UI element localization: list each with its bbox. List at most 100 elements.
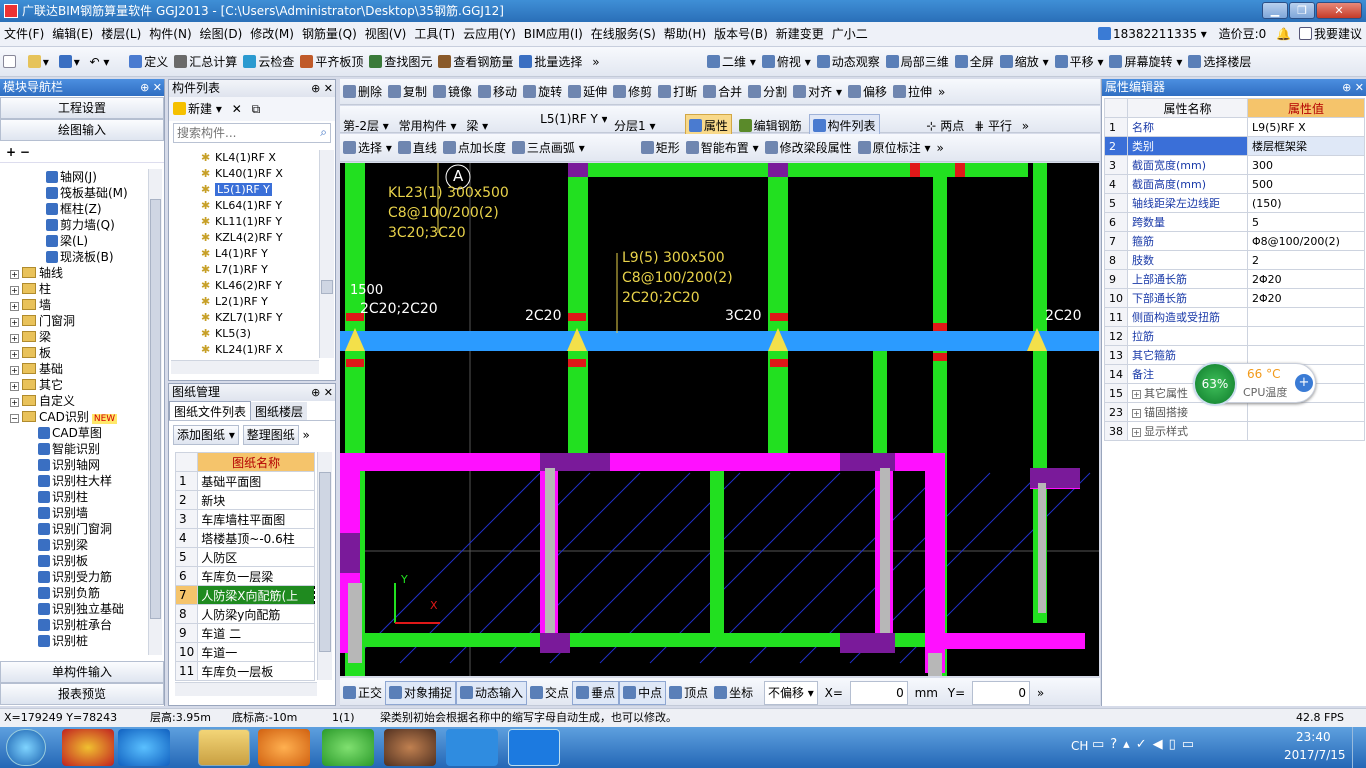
edit-button-3[interactable]: 移动 (475, 81, 520, 103)
menu-item-12[interactable]: 帮助(H) (660, 22, 710, 47)
view-button-7[interactable]: 屏幕旋转 ▾ (1106, 51, 1185, 73)
edit-button-5[interactable]: 延伸 (565, 81, 610, 103)
tray-icons[interactable]: ▭?▴✓◀▯▭ (1092, 737, 1200, 752)
expand-all-icon[interactable]: + (6, 145, 16, 159)
open-file-icon[interactable]: ▾ (25, 51, 52, 73)
tab-drawing-floors[interactable]: 图纸楼层 (251, 402, 308, 420)
nav-tree-scrollbar[interactable] (148, 169, 162, 655)
component-list-item[interactable]: ✱ KL40(1)RF X (171, 166, 319, 182)
edit-button-2[interactable]: 镜像 (430, 81, 475, 103)
nav-tree-item[interactable]: + 其它 (6, 377, 148, 393)
offset-select[interactable]: 不偏移 ▾ (763, 681, 818, 705)
edit-button-6[interactable]: 修剪 (610, 81, 655, 103)
taskbar-app-w[interactable] (446, 729, 498, 766)
component-search-input[interactable] (174, 124, 304, 142)
drawings-pin-close[interactable]: ⊕ ✕ (311, 384, 333, 401)
property-value[interactable] (1247, 345, 1365, 365)
property-row[interactable]: 9 上部通长筋 2Φ20 (1104, 269, 1365, 289)
expand-icon[interactable]: − (10, 414, 19, 423)
nav-tree-item[interactable]: 筏板基础(M) (6, 185, 148, 201)
edit-button-9[interactable]: 分割 (745, 81, 790, 103)
menu-item-1[interactable]: 编辑(E) (48, 22, 97, 47)
taskbar-app-explorer[interactable] (198, 729, 250, 766)
cpu-widget-add-icon[interactable]: + (1295, 374, 1313, 392)
nav-tree-item[interactable]: 轴网(J) (6, 169, 148, 185)
snap-button-3[interactable]: 交点 (527, 682, 572, 704)
x-input[interactable]: 0 (849, 681, 908, 705)
component-list-item[interactable]: ✱ KL11(1)RF Y (171, 214, 319, 230)
expand-icon[interactable]: + (10, 398, 19, 407)
component-list-item[interactable]: ✱ L7(1)RF Y (171, 262, 319, 278)
nav-tree-item[interactable]: 识别独立基础 (6, 601, 148, 617)
component-list-hscrollbar[interactable] (171, 360, 319, 374)
menu-item-13[interactable]: 版本号(B) (710, 22, 772, 47)
taskbar-app-ggj[interactable] (508, 729, 560, 766)
drawing-row[interactable]: 8 人防梁y向配筋 (174, 604, 315, 624)
cpu-widget[interactable]: 63% 66 °C CPU温度 + (1193, 362, 1316, 406)
nav-tree-item[interactable]: 识别负筋 (6, 585, 148, 601)
toolbar-button-5[interactable]: 查看钢筋量 (435, 51, 516, 73)
components-pin-close[interactable]: ⊕ ✕ (311, 80, 333, 97)
property-value[interactable]: 2 (1247, 250, 1365, 270)
property-row[interactable]: 8 肢数 2 (1104, 250, 1365, 270)
delete-component-icon[interactable]: ✕ (232, 102, 242, 116)
edit-button-11[interactable]: 偏移 (845, 81, 890, 103)
property-value[interactable]: 5 (1247, 212, 1365, 232)
draw-button-1[interactable]: 直线 (395, 137, 440, 159)
component-list-item[interactable]: ✱ KZL7(1)RF Y (171, 310, 319, 326)
draw-toolbar-overflow[interactable]: » (934, 137, 947, 159)
property-value[interactable] (1247, 307, 1365, 327)
nav-tree-item[interactable]: 剪力墙(Q) (6, 217, 148, 233)
taskbar-app-game[interactable] (384, 729, 436, 766)
property-value[interactable]: 2Φ20 (1247, 269, 1365, 289)
search-icon[interactable]: ⌕ (320, 125, 327, 140)
component-select[interactable]: L5(1)RF Y ▾ (537, 108, 607, 130)
view-button-0[interactable]: 二维 ▾ (704, 51, 759, 73)
drawing-row[interactable]: 11 车库负一层板 (174, 661, 315, 681)
expand-icon[interactable]: + (10, 350, 19, 359)
nav-tree-item[interactable]: 识别门窗洞 (6, 521, 148, 537)
property-row[interactable]: 38 + 显示样式 (1104, 421, 1365, 441)
expand-icon[interactable]: + (10, 382, 19, 391)
nav-tree-item[interactable]: + 墙 (6, 297, 148, 313)
draw-button-5[interactable]: 智能布置 ▾ (683, 137, 762, 159)
add-drawing-button[interactable]: 添加图纸 ▾ (173, 425, 239, 445)
toolbar-button-6[interactable]: 批量选择 (516, 51, 585, 73)
nav-tree-item[interactable]: 识别梁 (6, 537, 148, 553)
draw-button-3[interactable]: 三点画弧 ▾ (509, 137, 588, 159)
menu-item-8[interactable]: 工具(T) (410, 22, 459, 47)
property-value[interactable] (1247, 402, 1365, 422)
menu-item-7[interactable]: 视图(V) (361, 22, 411, 47)
maximize-button[interactable]: ❐ (1289, 2, 1315, 19)
component-list-item[interactable]: ✱ L4(1)RF Y (171, 246, 319, 262)
component-list-item[interactable]: ✱ KL46(2)RF Y (171, 278, 319, 294)
new-component-button[interactable]: 新建 ▾ (173, 102, 222, 116)
component-list-item[interactable]: ✱ KL64(1)RF Y (171, 198, 319, 214)
toolbar-button-2[interactable]: 云检查 (240, 51, 297, 73)
view-button-8[interactable]: 选择楼层 (1185, 51, 1254, 73)
snap-button-1[interactable]: 对象捕捉 (385, 681, 457, 705)
save-icon[interactable]: ▾ (56, 51, 83, 73)
property-row[interactable]: 1 名称 L9(5)RF X (1104, 117, 1365, 137)
drawing-row[interactable]: 9 车道 二 (174, 623, 315, 643)
account-phone[interactable]: 18382211335 (1113, 27, 1197, 41)
menu-item-5[interactable]: 修改(M) (246, 22, 298, 47)
view-button-1[interactable]: 俯视 ▾ (759, 51, 814, 73)
beam-annotation-l9[interactable]: L9(5) 300x500 C8@100/200(2) 2C20;2C20 (622, 248, 733, 308)
taskbar-app-ie[interactable] (322, 729, 374, 766)
nav-tree-item[interactable]: 框柱(Z) (6, 201, 148, 217)
nav-tree-item[interactable]: + 梁 (6, 329, 148, 345)
nav-tree-item[interactable]: 识别桩 (6, 633, 148, 649)
nav-tree-item[interactable]: + 板 (6, 345, 148, 361)
view-button-2[interactable]: 动态观察 (814, 51, 883, 73)
component-list-item[interactable]: ✱ KZL4(2)RF Y (171, 230, 319, 246)
component-list-scrollbar[interactable] (319, 150, 334, 358)
property-value[interactable]: 500 (1247, 174, 1365, 194)
edit-button-4[interactable]: 旋转 (520, 81, 565, 103)
edit-button-10[interactable]: 对齐 ▾ (790, 81, 845, 103)
edit-button-0[interactable]: 删除 (340, 81, 385, 103)
nav-tree-item[interactable]: 识别墙 (6, 505, 148, 521)
view-button-5[interactable]: 缩放 ▾ (997, 51, 1052, 73)
minimize-button[interactable]: ▁ (1262, 2, 1288, 19)
property-row[interactable]: 10 下部通长筋 2Φ20 (1104, 288, 1365, 308)
